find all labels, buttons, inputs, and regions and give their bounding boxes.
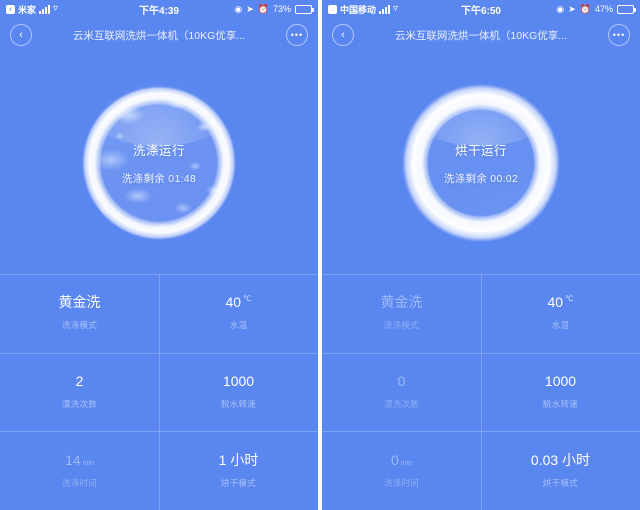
battery-icon: [295, 4, 314, 14]
stat-value: 40 ℃: [547, 294, 574, 311]
app-back-badge-icon[interactable]: [328, 4, 337, 14]
washer-dial[interactable]: 烘干运行 洗涤剩余 00:02: [388, 70, 574, 256]
stat-label: 脱水转速: [542, 398, 579, 409]
phone-screen-2: 中国移动 ▿ 下午6:50 ◉ ➤ ⏰ 47% ‹ 云米互联网洗烘一体机（10K…: [322, 0, 640, 510]
page-title: 云米互联网洗烘一体机（10KG优享...: [72, 29, 246, 42]
stat-value: 黄金洗: [380, 294, 423, 311]
stat-cell[interactable]: 2 漂洗次数: [0, 352, 159, 432]
stat-cell[interactable]: 1 小时烘干模式: [159, 431, 318, 510]
alarm-clock-icon: ⏰: [257, 3, 269, 14]
stat-label: 漂洗次数: [61, 398, 98, 409]
stat-value: 14 min: [65, 451, 94, 468]
signal-bars-icon: [379, 4, 391, 14]
page-title: 云米互联网洗烘一体机（10KG优享...: [394, 29, 568, 42]
dial-status-title: 洗涤运行: [132, 144, 185, 158]
navigation-arrow-icon: ➤: [568, 3, 576, 14]
more-options-button[interactable]: •••: [608, 24, 630, 46]
stat-cell[interactable]: 黄金洗 洗涤模式: [0, 274, 159, 353]
stat-label: 水温: [551, 320, 570, 331]
alarm-clock-icon: ⏰: [579, 3, 591, 14]
stat-label: 洗涤模式: [383, 320, 420, 331]
phone-screen-1: ‹ 米家 ▿ 下午4:39 ◉ ➤ ⏰ 73% ‹ 云米互联网洗烘一体机（10K…: [0, 0, 318, 510]
navigation-arrow-icon: ➤: [246, 3, 254, 14]
stat-cell[interactable]: 14 min 洗涤时间: [0, 431, 159, 510]
status-bar: 中国移动 ▿ 下午6:50 ◉ ➤ ⏰ 47%: [322, 0, 640, 18]
stat-cell[interactable]: 1000 脱水转速: [481, 352, 640, 432]
dial-text: 洗涤运行 洗涤剩余 01:48: [122, 140, 196, 186]
stat-cell[interactable]: 40 ℃ 水温: [159, 274, 318, 353]
nav-bar: ‹ 云米互联网洗烘一体机（10KG优享... •••: [322, 18, 640, 52]
stat-value: 2: [75, 372, 84, 389]
status-bar-left: 中国移动 ▿: [328, 3, 398, 16]
stat-label: 洗涤时间: [61, 477, 98, 488]
stat-value: 1000: [544, 372, 577, 389]
nav-bar: ‹ 云米互联网洗烘一体机（10KG优享... •••: [0, 18, 318, 52]
stat-value: 0: [397, 372, 406, 389]
wifi-icon: ▿: [393, 3, 399, 14]
stat-cell[interactable]: 0.03 小时烘干模式: [481, 431, 640, 510]
stat-value: 40 ℃: [225, 294, 252, 311]
stat-value: 1 小时: [218, 451, 259, 468]
stats-grid: 黄金洗洗涤模式 40 ℃ 水温 2 漂洗次数 1000 脱水转速 14 min 洗涤时间 1 小时烘干…: [0, 274, 318, 510]
stat-value: 0.03 小时: [530, 451, 591, 468]
dial-area: 洗涤运行 洗涤剩余 01:48: [0, 52, 318, 274]
stat-unit: min: [400, 459, 413, 467]
stat-label: 洗涤时间: [383, 477, 420, 488]
stat-value: 0 min: [390, 451, 413, 468]
stat-value: 黄金洗: [58, 294, 101, 311]
stat-unit: ℃: [243, 294, 252, 304]
location-icon: ◉: [556, 3, 565, 14]
back-button[interactable]: ‹: [332, 24, 354, 46]
stat-cell[interactable]: 1000 脱水转速: [159, 352, 318, 432]
stat-label: 漂洗次数: [383, 398, 420, 409]
dial-text: 烘干运行 洗涤剩余 00:02: [444, 140, 518, 186]
stat-cell[interactable]: 0 漂洗次数: [322, 352, 481, 432]
dial-area: 烘干运行 洗涤剩余 00:02: [322, 52, 640, 274]
app-back-badge-icon[interactable]: ‹: [6, 4, 15, 14]
status-bar-right: ◉ ➤ ⏰ 73%: [234, 3, 314, 14]
stat-label: 脱水转速: [220, 398, 257, 409]
dial-remaining-time: 洗涤剩余 00:02: [443, 173, 519, 185]
status-bar: ‹ 米家 ▿ 下午4:39 ◉ ➤ ⏰ 73%: [0, 0, 318, 18]
stat-cell[interactable]: 40 ℃ 水温: [481, 274, 640, 353]
location-icon: ◉: [234, 3, 243, 14]
more-options-button[interactable]: •••: [286, 24, 308, 46]
carrier-label: 米家: [18, 4, 37, 15]
dual-phone-screenshot: ‹ 米家 ▿ 下午4:39 ◉ ➤ ⏰ 73% ‹ 云米互联网洗烘一体机（10K…: [0, 0, 640, 510]
stat-value: 1000: [222, 372, 255, 389]
dial-remaining-time: 洗涤剩余 01:48: [121, 173, 197, 185]
battery-icon: [617, 4, 636, 14]
stat-label: 洗涤模式: [61, 320, 98, 331]
stats-grid: 黄金洗 洗涤模式 40 ℃ 水温 0 漂洗次数 1000 脱水转速 0 min 洗涤时间 0.03 小时…: [322, 274, 640, 510]
stat-unit: min: [82, 459, 94, 467]
status-bar-right: ◉ ➤ ⏰ 47%: [556, 3, 636, 14]
back-button[interactable]: ‹: [10, 24, 32, 46]
stat-cell[interactable]: 黄金洗 洗涤模式: [322, 274, 481, 353]
carrier-label: 中国移动: [340, 4, 377, 15]
stat-unit: ℃: [565, 294, 574, 304]
stat-cell[interactable]: 0 min 洗涤时间: [322, 431, 481, 510]
stat-label: 烘干模式: [220, 477, 257, 488]
washer-dial[interactable]: 洗涤运行 洗涤剩余 01:48: [66, 70, 252, 256]
wifi-icon: ▿: [53, 3, 59, 14]
battery-percent-label: 47%: [594, 4, 613, 14]
dial-status-title: 烘干运行: [454, 144, 507, 158]
stat-label: 烘干模式: [542, 477, 579, 488]
status-bar-left: ‹ 米家 ▿: [6, 3, 58, 16]
battery-percent-label: 73%: [272, 4, 291, 14]
signal-bars-icon: [39, 4, 51, 14]
stat-label: 水温: [229, 320, 248, 331]
